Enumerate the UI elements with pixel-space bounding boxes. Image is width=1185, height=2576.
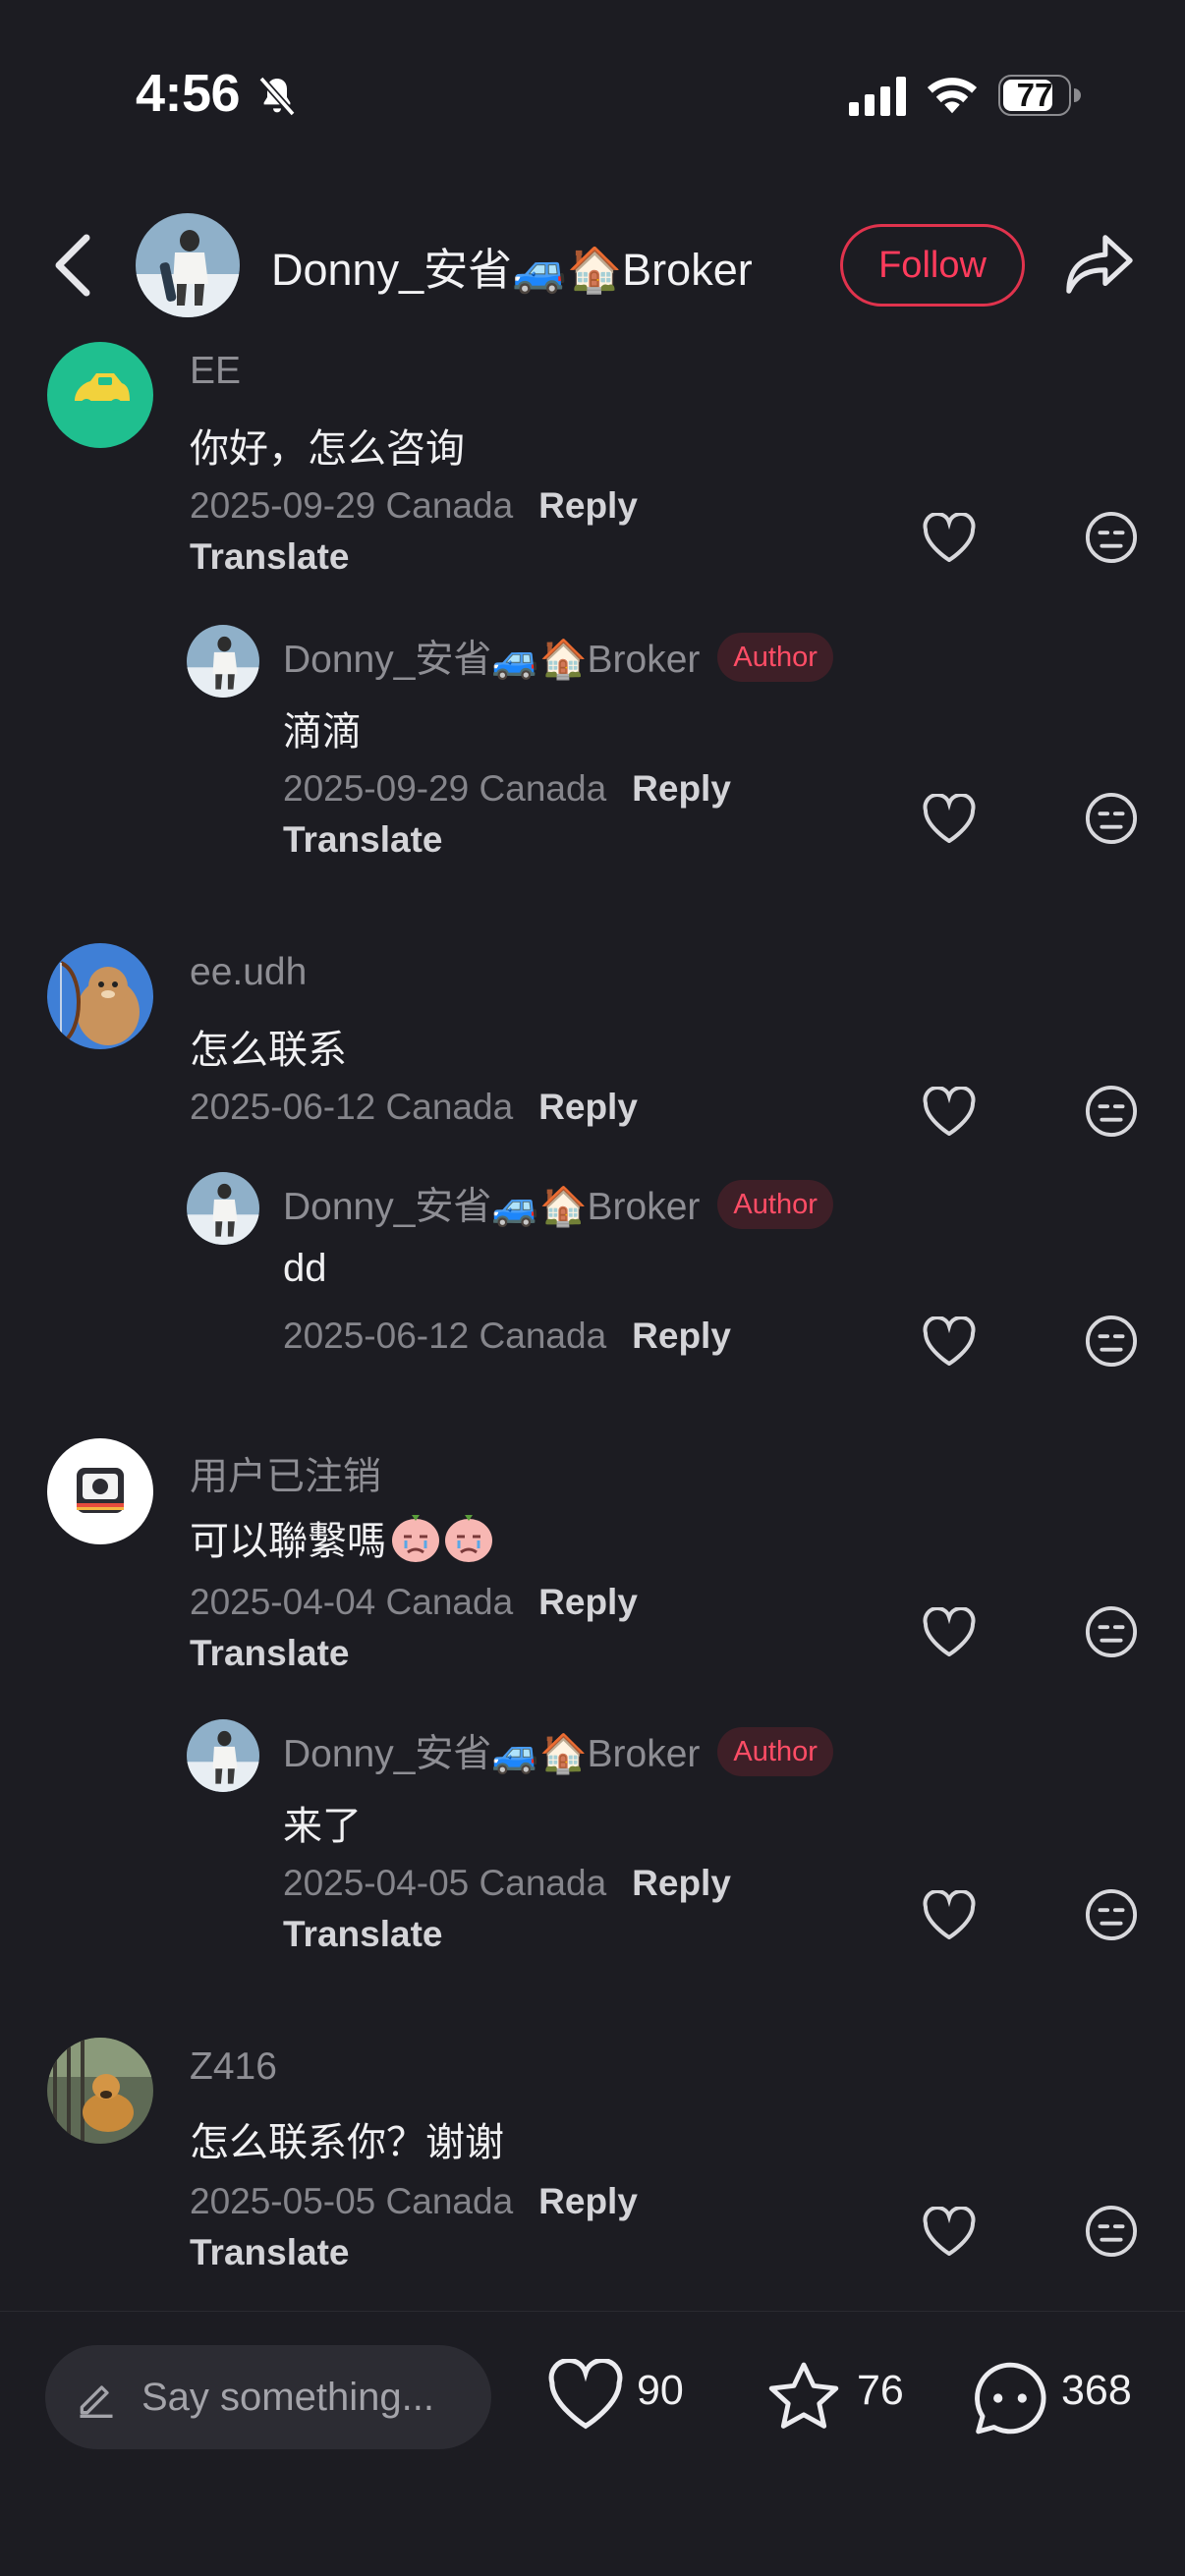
reply-text: 滴滴 <box>283 710 362 754</box>
comment-input[interactable]: Say something... <box>45 2345 491 2449</box>
comment-meta: 2025-04-04 Canada Reply <box>190 1582 638 1623</box>
author-badge: Author <box>717 633 833 682</box>
commenter-avatar[interactable] <box>47 342 153 448</box>
comment-meta: 2025-05-05 Canada Reply <box>190 2181 638 2222</box>
comment-text: 怎么联系 <box>190 1029 347 1072</box>
like-heart-icon[interactable] <box>922 1607 977 1656</box>
comment-meta: 2025-06-12 Canada Reply <box>190 1087 638 1128</box>
back-chevron-icon[interactable] <box>51 232 94 299</box>
dislike-meh-icon[interactable] <box>1085 2205 1138 2258</box>
translate-button[interactable]: Translate <box>190 2232 349 2273</box>
translate-button[interactable]: Translate <box>190 536 349 578</box>
reply-button[interactable]: Reply <box>632 1316 731 1356</box>
commenter-name[interactable]: 用户已注销 <box>190 1446 381 1501</box>
status-time: 4:56 <box>136 64 241 123</box>
reply-button[interactable]: Reply <box>632 1863 731 1903</box>
commenter-name[interactable]: ee.udh <box>190 951 307 994</box>
reply-date: 2025-09-29 Canada <box>283 768 607 809</box>
bell-slash-icon <box>258 76 296 117</box>
comment-date: 2025-09-29 Canada <box>190 485 514 526</box>
reply-author-name-text[interactable]: Donny_安省🚙🏠Broker <box>283 1186 700 1228</box>
comment-text: 你好，怎么咨询 <box>190 427 465 471</box>
dislike-meh-icon[interactable] <box>1085 511 1138 564</box>
comment-date: 2025-04-04 Canada <box>190 1582 514 1622</box>
commenter-avatar[interactable] <box>47 1438 153 1544</box>
post-header: Donny_安省🚙🏠Broker Follow <box>0 196 1185 334</box>
reply-button[interactable]: Reply <box>538 485 638 526</box>
comments-button[interactable]: 368 <box>971 2359 1148 2437</box>
comment-bubble-icon <box>975 2362 1046 2435</box>
comment-date: 2025-06-12 Canada <box>190 1087 514 1127</box>
commenter-name[interactable]: EE <box>190 350 241 393</box>
reply-button[interactable]: Reply <box>538 1087 638 1127</box>
commenter-avatar[interactable] <box>47 943 153 1049</box>
translate-button[interactable]: Translate <box>190 1633 349 1674</box>
reply-author-name-text[interactable]: Donny_安省🚙🏠Broker <box>283 639 700 681</box>
reply-button[interactable]: Reply <box>538 2181 638 2221</box>
reply-text: dd <box>283 1247 327 1290</box>
star-icon <box>768 2362 839 2429</box>
favorite-count: 76 <box>857 2367 904 2414</box>
author-name[interactable]: Donny_安省🚙🏠Broker <box>271 234 753 298</box>
reply-button[interactable]: Reply <box>632 768 731 809</box>
status-bar: 4:56 77 <box>0 0 1185 187</box>
reply-date: 2025-06-12 Canada <box>283 1316 607 1356</box>
wifi-icon <box>927 78 978 114</box>
reply-author-name[interactable]: Donny_安省🚙🏠Broker Author <box>283 629 833 684</box>
dislike-meh-icon[interactable] <box>1085 1888 1138 1941</box>
reply-author-name[interactable]: Donny_安省🚙🏠Broker Author <box>283 1176 833 1231</box>
like-heart-icon[interactable] <box>922 1316 977 1366</box>
commenter-name[interactable]: Z416 <box>190 2045 277 2089</box>
dislike-meh-icon[interactable] <box>1085 792 1138 845</box>
like-count: 90 <box>637 2367 684 2414</box>
reply-author-avatar[interactable] <box>187 625 259 698</box>
translate-button[interactable]: Translate <box>283 819 442 861</box>
heart-icon <box>548 2359 623 2430</box>
reply-meta: 2025-06-12 Canada Reply <box>283 1316 731 1357</box>
dislike-meh-icon[interactable] <box>1085 1085 1138 1138</box>
comment-text-content: 可以聯繫嗎 <box>190 1520 386 1563</box>
reply-button[interactable]: Reply <box>538 1582 638 1622</box>
like-button[interactable]: 90 <box>546 2359 694 2437</box>
cellular-signal-icon <box>849 77 906 116</box>
reply-meta: 2025-04-05 Canada Reply <box>283 1863 731 1904</box>
translate-button[interactable]: Translate <box>283 1914 442 1955</box>
comment-text: 可以聯繫嗎 <box>190 1509 496 1566</box>
reply-author-avatar[interactable] <box>187 1172 259 1245</box>
dislike-meh-icon[interactable] <box>1085 1605 1138 1658</box>
like-heart-icon[interactable] <box>922 1890 977 1939</box>
comment-date: 2025-05-05 Canada <box>190 2181 514 2221</box>
reply-date: 2025-04-05 Canada <box>283 1863 607 1903</box>
battery-level: 77 <box>1016 77 1053 113</box>
reply-author-avatar[interactable] <box>187 1719 259 1792</box>
comment-input-placeholder[interactable]: Say something... <box>141 2345 434 2449</box>
like-heart-icon[interactable] <box>922 1087 977 1136</box>
share-icon[interactable] <box>1063 230 1136 299</box>
author-badge: Author <box>717 1727 833 1776</box>
reply-author-name-text[interactable]: Donny_安省🚙🏠Broker <box>283 1733 700 1775</box>
reply-author-name[interactable]: Donny_安省🚙🏠Broker Author <box>283 1723 833 1778</box>
reply-meta: 2025-09-29 Canada Reply <box>283 768 731 810</box>
commenter-avatar[interactable] <box>47 2038 153 2144</box>
dislike-meh-icon[interactable] <box>1085 1315 1138 1368</box>
reply-text: 来了 <box>283 1805 362 1848</box>
follow-button[interactable]: Follow <box>840 224 1025 307</box>
bottom-action-bar: Say something... 90 76 368 <box>0 2311 1185 2576</box>
comment-count: 368 <box>1061 2367 1132 2414</box>
pencil-icon <box>80 2385 113 2418</box>
like-heart-icon[interactable] <box>922 794 977 843</box>
like-heart-icon[interactable] <box>922 2207 977 2256</box>
author-badge: Author <box>717 1180 833 1229</box>
crying-face-sticker-icon <box>392 1515 492 1562</box>
author-avatar[interactable] <box>136 213 240 317</box>
comment-text: 怎么联系你？谢谢 <box>190 2121 504 2164</box>
like-heart-icon[interactable] <box>922 513 977 562</box>
favorite-button[interactable]: 76 <box>764 2359 912 2437</box>
comment-meta: 2025-09-29 Canada Reply <box>190 485 638 527</box>
